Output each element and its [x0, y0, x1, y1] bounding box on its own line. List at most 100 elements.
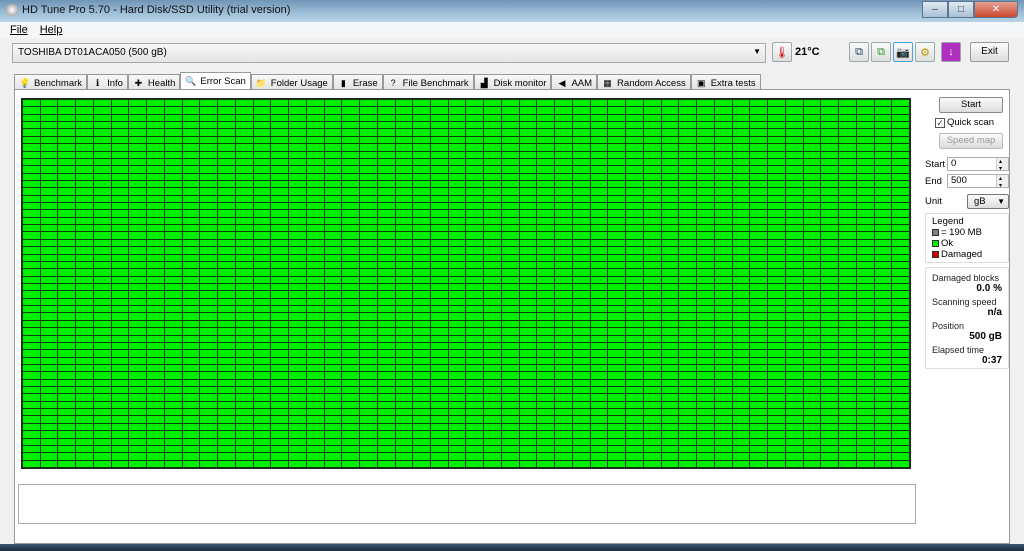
scan-block — [714, 342, 732, 350]
maximize-button[interactable]: □ — [948, 1, 974, 18]
download-icon[interactable]: ↓ — [941, 42, 961, 62]
scan-block — [572, 313, 590, 320]
scan-block — [750, 195, 768, 203]
scan-block — [377, 144, 395, 151]
tab-benchmark[interactable]: 💡 Benchmark — [14, 74, 88, 90]
scan-block — [501, 188, 519, 195]
chevron-down-icon: ▼ — [753, 47, 761, 56]
tab-random-access[interactable]: ▦ Random Access — [597, 74, 691, 90]
scan-block — [785, 254, 803, 261]
scan-block — [271, 438, 289, 445]
screenshot-icon[interactable]: 📷 — [893, 42, 913, 62]
damaged-blocks-value: 0.0 % — [976, 283, 1002, 294]
end-input[interactable]: 500 — [947, 174, 1009, 188]
speed-map-button[interactable]: Speed map — [939, 133, 1003, 149]
scan-block — [714, 394, 732, 401]
quick-scan-checkbox[interactable]: ✓ Quick scan — [935, 117, 1009, 128]
tab-aam[interactable]: ◀ AAM — [551, 74, 598, 90]
scan-block — [235, 284, 253, 291]
scan-block — [306, 431, 324, 438]
scan-block — [501, 122, 519, 129]
scan-block — [856, 210, 874, 217]
scan-block — [555, 225, 572, 232]
menu-help[interactable]: Help — [40, 24, 63, 38]
log-area — [18, 484, 916, 524]
scan-block — [466, 416, 484, 423]
scan-block — [626, 136, 643, 144]
legend-ok: Ok — [941, 238, 954, 249]
scan-block — [324, 401, 342, 409]
scan-block — [431, 364, 448, 372]
tab-folder-usage[interactable]: 📁 Folder Usage — [250, 74, 333, 90]
scan-block — [590, 158, 608, 166]
scan-block — [803, 217, 821, 225]
scan-block — [360, 445, 377, 453]
scan-block — [714, 401, 732, 409]
scan-block — [785, 328, 803, 335]
scan-block — [874, 298, 892, 306]
tab-file-benchmark[interactable]: ? File Benchmark — [382, 74, 474, 90]
start-button[interactable]: Start — [939, 97, 1003, 113]
scan-block — [23, 387, 40, 394]
scan-block — [839, 188, 856, 195]
scan-block — [572, 129, 590, 136]
scan-block — [892, 129, 909, 136]
start-input[interactable]: 0 — [947, 157, 1009, 171]
close-button[interactable]: ✕ — [974, 1, 1018, 18]
scan-block — [306, 239, 324, 247]
scan-block — [484, 401, 501, 409]
scan-block — [289, 232, 306, 239]
scan-block — [23, 225, 40, 232]
scan-block — [590, 166, 608, 173]
copy-info-icon[interactable]: ⧉ — [849, 42, 869, 62]
scan-block — [821, 364, 839, 372]
scan-block — [377, 232, 395, 239]
scan-block — [200, 173, 218, 180]
scan-block — [164, 107, 182, 114]
unit-select[interactable]: gB ▼ — [967, 194, 1009, 209]
scan-block — [431, 445, 448, 453]
scan-block — [768, 144, 785, 151]
scan-block — [200, 342, 218, 350]
scan-block — [377, 313, 395, 320]
scan-block — [501, 144, 519, 151]
scan-block — [732, 217, 750, 225]
scan-block — [200, 372, 218, 379]
tab-extra-tests[interactable]: ▣ Extra tests — [690, 74, 761, 90]
exit-button[interactable]: Exit — [970, 42, 1009, 62]
scan-block — [235, 225, 253, 232]
tab-info[interactable]: ℹ Info — [87, 74, 128, 90]
scan-block — [661, 217, 679, 225]
scan-block — [856, 144, 874, 151]
checkbox-checked-icon[interactable]: ✓ — [935, 117, 945, 128]
scan-block — [395, 350, 413, 357]
scan-block — [643, 445, 661, 453]
scan-block — [448, 195, 466, 203]
tab-health[interactable]: ✚ Health — [127, 74, 181, 90]
tab-error-scan[interactable]: 🔍 Error Scan — [180, 72, 251, 90]
scan-block — [484, 342, 501, 350]
scan-block — [235, 357, 253, 364]
scan-block — [572, 306, 590, 313]
scan-block — [590, 313, 608, 320]
drive-select[interactable]: TOSHIBA DT01ACA050 (500 gB) ▼ — [12, 43, 766, 63]
scan-block — [218, 284, 235, 291]
scan-block — [289, 114, 306, 122]
minimize-button[interactable]: – — [922, 1, 948, 18]
copy-text-icon[interactable]: ⧉ — [871, 42, 891, 62]
menu-file[interactable]: File — [10, 24, 28, 38]
scan-block — [572, 357, 590, 364]
scan-block — [714, 210, 732, 217]
scan-block — [714, 269, 732, 276]
scan-block — [839, 136, 856, 144]
scan-block — [129, 438, 147, 445]
options-icon[interactable]: ⚙ — [915, 42, 935, 62]
scan-block — [40, 342, 58, 350]
tab-erase[interactable]: ▮ Erase — [332, 74, 383, 90]
scan-block — [626, 401, 643, 409]
thermometer-icon[interactable]: 🌡 — [772, 42, 792, 62]
scan-block — [608, 180, 626, 188]
scan-block — [697, 276, 714, 283]
scan-block — [572, 107, 590, 114]
tab-disk-monitor[interactable]: ▟ Disk monitor — [473, 74, 552, 90]
